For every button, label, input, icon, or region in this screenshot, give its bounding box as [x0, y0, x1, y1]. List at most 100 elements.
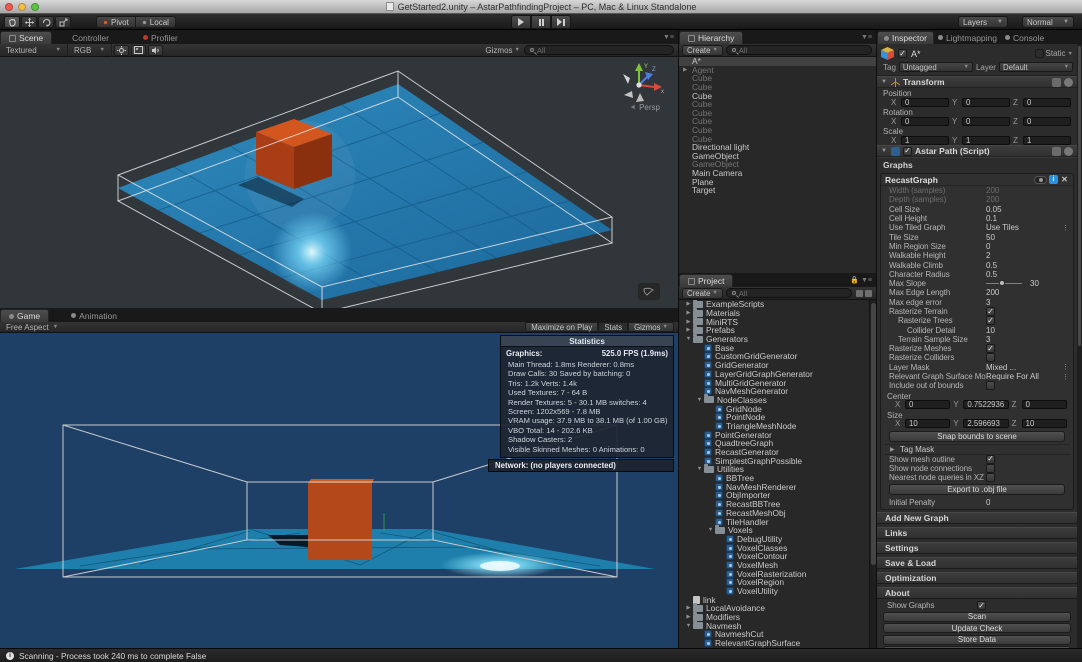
tab-console[interactable]: Console: [1001, 31, 1048, 44]
pause-button[interactable]: [531, 15, 551, 29]
axis-cone-back2[interactable]: [624, 91, 633, 98]
checkbox[interactable]: ✓: [986, 316, 995, 325]
step-button[interactable]: [551, 15, 571, 29]
axis-field[interactable]: 1: [1023, 136, 1071, 145]
snap-bounds-button[interactable]: Snap bounds to scene: [889, 431, 1065, 442]
project-item[interactable]: ▼Navmesh: [679, 621, 876, 630]
stats-button[interactable]: Stats: [598, 322, 628, 332]
section-about[interactable]: About: [877, 587, 1077, 599]
project-item[interactable]: TileHandler: [679, 517, 876, 526]
slider-track[interactable]: [986, 283, 1022, 284]
axis-field[interactable]: 0: [901, 98, 949, 107]
scan-button[interactable]: Scan: [883, 612, 1071, 622]
project-item[interactable]: ▼Generators: [679, 335, 876, 344]
axis-cone-back1[interactable]: [623, 74, 630, 84]
play-button[interactable]: [511, 15, 531, 29]
checkbox[interactable]: [986, 353, 995, 362]
dropdown-arrows-icon[interactable]: ⋮: [1062, 373, 1069, 381]
dropdown-arrows-icon[interactable]: ⋮: [1062, 363, 1069, 371]
help-book-icon[interactable]: [1052, 78, 1061, 87]
expand-arrow-icon[interactable]: ▶: [683, 67, 692, 73]
project-item[interactable]: PointGenerator: [679, 430, 876, 439]
axis-field[interactable]: 10: [905, 419, 950, 428]
tab-scene[interactable]: Scene: [0, 31, 52, 44]
axis-field[interactable]: 0: [962, 117, 1010, 126]
checkbox[interactable]: ✓: [986, 307, 995, 316]
panel-menu-icon[interactable]: ▼≡: [861, 277, 872, 284]
project-item[interactable]: NavMeshRenderer: [679, 482, 876, 491]
project-scrollbar[interactable]: [869, 300, 876, 648]
transform-component-header[interactable]: ▼ Transform: [877, 76, 1077, 88]
axis-field[interactable]: 1: [962, 136, 1010, 145]
checkbox[interactable]: [986, 464, 995, 473]
maximize-on-play-button[interactable]: Maximize on Play: [525, 322, 598, 332]
camera-preview-icon[interactable]: [638, 283, 660, 300]
update-check-button[interactable]: Update Check: [883, 623, 1071, 633]
astar-component-header[interactable]: ▼ ✓ Astar Path (Script): [877, 145, 1077, 157]
foldout-arrow-icon[interactable]: ▼: [881, 148, 888, 154]
checkbox[interactable]: ✓: [986, 344, 995, 353]
scrollbar-thumb[interactable]: [1078, 46, 1081, 346]
tag-mask-foldout[interactable]: ▶ Tag Mask: [884, 444, 1070, 455]
rotate-tool-button[interactable]: [38, 16, 54, 28]
axis-field[interactable]: 0: [962, 98, 1010, 107]
status-bar[interactable]: i Scanning - Process took 240 ms to comp…: [0, 648, 1082, 662]
project-item[interactable]: RelevantGraphSurface: [679, 639, 876, 648]
game-gizmos-button[interactable]: Gizmos▼: [628, 322, 674, 332]
tab-inspector[interactable]: Inspector: [877, 31, 934, 44]
scene-lighting-button[interactable]: [114, 45, 129, 56]
store-data-button[interactable]: Store Data: [883, 635, 1071, 645]
eye-icon[interactable]: [1034, 176, 1047, 184]
info-icon[interactable]: i: [1049, 175, 1058, 184]
axis-field[interactable]: 0: [905, 400, 950, 409]
gear-icon[interactable]: [1064, 78, 1073, 87]
tab-profiler[interactable]: Profiler: [135, 31, 186, 44]
project-item[interactable]: ▼NodeClasses: [679, 396, 876, 405]
section-optimization[interactable]: Optimization: [877, 572, 1077, 584]
checkbox[interactable]: [986, 473, 995, 482]
gear-icon[interactable]: [1064, 147, 1073, 156]
value-text[interactable]: Mixed ...: [986, 363, 1016, 372]
section-settings[interactable]: Settings: [877, 542, 1077, 554]
project-item[interactable]: GridNode: [679, 404, 876, 413]
export-obj-button[interactable]: Export to .obj file: [889, 484, 1065, 495]
expand-arrow-icon[interactable]: ▶: [684, 319, 693, 325]
axis-cone-back3[interactable]: [636, 93, 644, 102]
draw-mode-dropdown[interactable]: Textured▼: [0, 44, 68, 57]
game-viewport[interactable]: Statistics Graphics: 525.0 FPS (1.9ms) M…: [0, 333, 678, 648]
show-graphs-checkbox[interactable]: ✓: [977, 601, 986, 610]
move-tool-button[interactable]: [21, 16, 37, 28]
scene-audio-button[interactable]: [148, 45, 163, 56]
value-text[interactable]: Require For All: [986, 372, 1039, 381]
perspective-toggle[interactable]: ◄ Persp: [629, 103, 660, 112]
panel-menu-icon[interactable]: ▼≡: [663, 34, 674, 41]
scene-viewport[interactable]: Y Z x ◄ Persp: [0, 57, 678, 308]
section-save-load[interactable]: Save & Load: [877, 557, 1077, 569]
expand-arrow-icon[interactable]: ▶: [684, 327, 693, 333]
value-text[interactable]: Use Tiles: [986, 223, 1019, 232]
panel-menu-icon[interactable]: ▼≡: [861, 34, 872, 41]
project-search-input[interactable]: All: [726, 288, 852, 298]
scene-effects-button[interactable]: [131, 45, 146, 56]
expand-arrow-icon[interactable]: ▶: [684, 310, 693, 316]
axis-field[interactable]: 0: [1023, 117, 1071, 126]
expand-arrow-icon[interactable]: ▼: [695, 397, 704, 403]
axis-field[interactable]: 1: [901, 136, 949, 145]
tab-animation[interactable]: Animation: [63, 309, 125, 322]
local-toggle-button[interactable]: Local: [136, 16, 176, 28]
hierarchy-item[interactable]: Target: [679, 186, 876, 195]
section-add-new-graph[interactable]: Add New Graph: [877, 512, 1077, 524]
tab-project[interactable]: Project: [679, 274, 733, 287]
active-checkbox[interactable]: ✓: [898, 49, 907, 58]
project-item[interactable]: ▼Utilities: [679, 465, 876, 474]
tab-controller[interactable]: Controller: [64, 31, 117, 44]
component-enabled-checkbox[interactable]: ✓: [903, 147, 912, 156]
layers-dropdown[interactable]: Layers▼: [958, 16, 1008, 28]
project-item[interactable]: TriangleMeshNode: [679, 422, 876, 431]
pivot-toggle-button[interactable]: Pivot: [96, 16, 136, 28]
filter-label-icon[interactable]: [865, 290, 872, 297]
close-icon[interactable]: ✕: [1060, 175, 1069, 184]
axis-gizmo[interactable]: Y Z x: [618, 60, 666, 106]
axis-field[interactable]: 0: [901, 117, 949, 126]
render-channel-dropdown[interactable]: RGB▼: [68, 44, 112, 57]
